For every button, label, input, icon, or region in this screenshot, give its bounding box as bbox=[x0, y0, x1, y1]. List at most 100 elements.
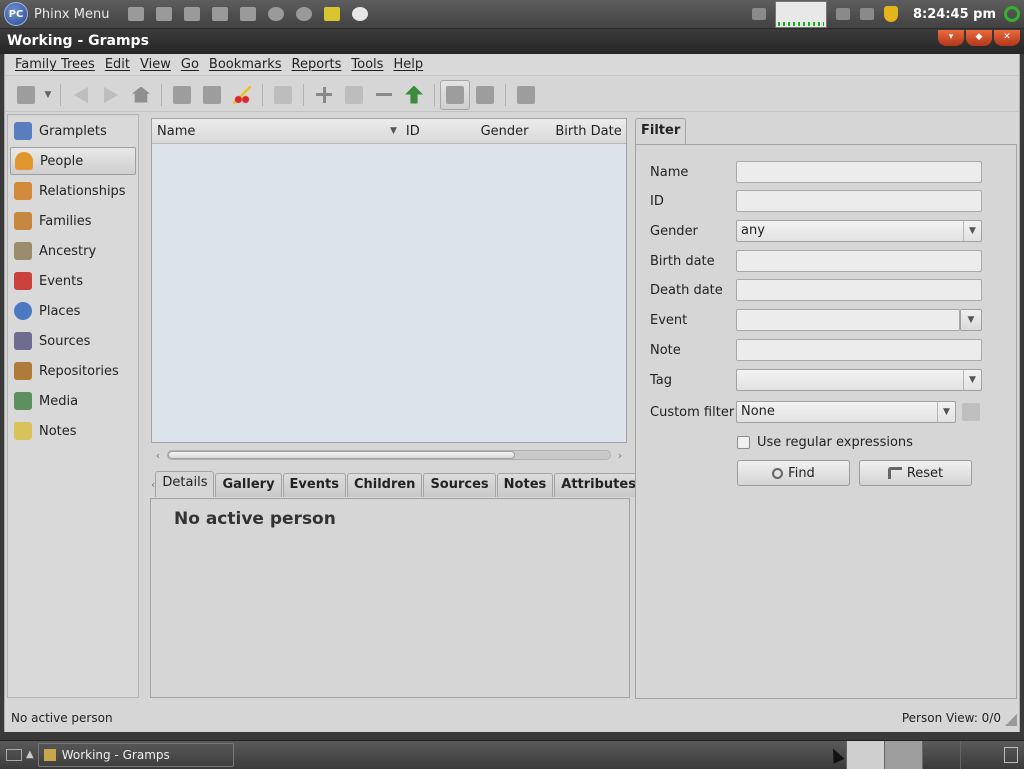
close-button[interactable]: ✕ bbox=[994, 30, 1020, 46]
package-launcher-icon[interactable] bbox=[209, 3, 231, 25]
menu-family-trees[interactable]: Family Trees bbox=[10, 57, 100, 72]
tag-select[interactable]: ▼ bbox=[736, 369, 982, 391]
clock[interactable]: 8:24:45 pm bbox=[913, 7, 996, 22]
remove-button[interactable] bbox=[369, 80, 399, 110]
scissors-icon[interactable] bbox=[227, 80, 257, 110]
family-trees-button[interactable] bbox=[11, 80, 41, 110]
flat-view-button[interactable] bbox=[470, 80, 500, 110]
workspace-2[interactable] bbox=[884, 740, 922, 769]
tab-details[interactable]: Details bbox=[155, 471, 215, 497]
find-button[interactable]: Find bbox=[737, 460, 850, 486]
back-button[interactable] bbox=[66, 80, 96, 110]
sidebar-item-sources[interactable]: Sources bbox=[10, 327, 136, 355]
tab-gallery[interactable]: Gallery bbox=[215, 473, 282, 497]
clipboard-button[interactable] bbox=[268, 80, 298, 110]
menu-reports[interactable]: Reports bbox=[287, 57, 347, 72]
configure-view-button[interactable] bbox=[511, 80, 541, 110]
power-icon[interactable] bbox=[1004, 6, 1020, 22]
phinx-menu-label[interactable]: Phinx Menu bbox=[34, 7, 109, 22]
workspace-4[interactable] bbox=[960, 740, 998, 769]
steam-launcher-icon[interactable] bbox=[349, 3, 371, 25]
reset-button[interactable]: Reset bbox=[859, 460, 972, 486]
sidebar-item-notes[interactable]: Notes bbox=[10, 417, 136, 445]
people-list[interactable]: Name ▼ ID Gender Birth Date bbox=[151, 118, 627, 443]
sidebar-item-relationships[interactable]: Relationships bbox=[10, 177, 136, 205]
column-header-name[interactable]: Name ▼ bbox=[152, 119, 401, 143]
sidebar-item-media[interactable]: Media bbox=[10, 387, 136, 415]
column-header-id[interactable]: ID bbox=[401, 119, 476, 143]
settings-launcher-icon[interactable] bbox=[237, 3, 259, 25]
column-header-gender[interactable]: Gender bbox=[476, 119, 551, 143]
gender-select[interactable]: any ▼ bbox=[736, 220, 982, 242]
window-titlebar[interactable]: Working - Gramps ▾ ◆ ✕ bbox=[0, 30, 1024, 54]
users-tray-icon[interactable] bbox=[747, 0, 771, 29]
add-button[interactable] bbox=[309, 80, 339, 110]
taskbar-window-gramps[interactable]: Working - Gramps bbox=[37, 742, 234, 767]
menu-bookmarks[interactable]: Bookmarks bbox=[204, 57, 287, 72]
terminal-launcher-icon[interactable] bbox=[125, 3, 147, 25]
tab-sources[interactable]: Sources bbox=[423, 473, 496, 497]
menu-help[interactable]: Help bbox=[388, 57, 428, 72]
resize-grip-icon[interactable] bbox=[1005, 714, 1017, 726]
trash-icon[interactable] bbox=[1004, 746, 1018, 763]
menu-edit[interactable]: Edit bbox=[100, 57, 135, 72]
custom-filter-select[interactable]: None ▼ bbox=[736, 401, 956, 423]
family-trees-dropdown-icon[interactable]: ▼ bbox=[41, 90, 55, 100]
tab-notes[interactable]: Notes bbox=[496, 473, 554, 497]
tree-view-button[interactable] bbox=[440, 79, 470, 110]
show-desktop-icon[interactable] bbox=[6, 748, 22, 761]
name-filter-input[interactable] bbox=[736, 161, 982, 183]
death-date-input[interactable] bbox=[736, 279, 982, 301]
sidebar-item-gramplets[interactable]: Gramplets bbox=[10, 117, 136, 145]
media-manager-button[interactable] bbox=[197, 80, 227, 110]
tab-children[interactable]: Children bbox=[346, 473, 423, 497]
home-button[interactable] bbox=[126, 80, 156, 110]
sidebar-item-repositories[interactable]: Repositories bbox=[10, 357, 136, 385]
menu-view[interactable]: View bbox=[135, 57, 176, 72]
scrollbar-thumb[interactable] bbox=[168, 451, 515, 459]
scroll-right-icon[interactable]: › bbox=[613, 449, 627, 462]
scrollbar-track[interactable] bbox=[167, 450, 611, 460]
minimize-button[interactable]: ▾ bbox=[938, 30, 964, 46]
browser-launcher-icon[interactable] bbox=[265, 3, 287, 25]
sidebar-item-families[interactable]: Families bbox=[10, 207, 136, 235]
set-home-person-button[interactable] bbox=[399, 80, 429, 110]
edit-button[interactable] bbox=[339, 80, 369, 110]
phinx-logo-icon[interactable]: PC bbox=[4, 2, 28, 26]
event-dropdown-icon[interactable]: ▼ bbox=[960, 309, 982, 331]
workspace-1[interactable] bbox=[846, 740, 884, 769]
sidebar-item-places[interactable]: Places bbox=[10, 297, 136, 325]
forward-button[interactable] bbox=[96, 80, 126, 110]
note-filter-input[interactable] bbox=[736, 339, 982, 361]
id-filter-input[interactable] bbox=[736, 190, 982, 212]
column-header-birth-date[interactable]: Birth Date bbox=[550, 119, 626, 143]
editor-launcher-icon[interactable] bbox=[153, 3, 175, 25]
sidebar-item-people[interactable]: People bbox=[10, 147, 136, 175]
menu-go[interactable]: Go bbox=[176, 57, 204, 72]
event-input[interactable] bbox=[736, 309, 960, 331]
scroll-left-icon[interactable]: ‹ bbox=[151, 449, 165, 462]
tab-attributes[interactable]: Attributes bbox=[554, 473, 643, 497]
menu-tools[interactable]: Tools bbox=[346, 57, 388, 72]
network-launcher-icon[interactable] bbox=[181, 3, 203, 25]
gramps-launcher-icon[interactable] bbox=[321, 3, 343, 25]
edit-filter-icon[interactable] bbox=[962, 403, 980, 421]
sidebar-item-events[interactable]: Events bbox=[10, 267, 136, 295]
regex-checkbox[interactable] bbox=[737, 436, 750, 449]
gender-label: Gender bbox=[650, 223, 698, 239]
horizontal-scrollbar[interactable]: ‹ › bbox=[151, 446, 627, 464]
tab-filter[interactable]: Filter bbox=[635, 118, 686, 144]
clipboard-tray-icon[interactable] bbox=[831, 0, 855, 29]
regex-checkbox-row[interactable]: Use regular expressions bbox=[737, 435, 913, 450]
maximize-button[interactable]: ◆ bbox=[966, 30, 992, 46]
sidebar-item-ancestry[interactable]: Ancestry bbox=[10, 237, 136, 265]
add-bookmark-button[interactable] bbox=[167, 80, 197, 110]
chevron-up-icon[interactable]: ▲ bbox=[26, 749, 34, 760]
workspace-3[interactable] bbox=[922, 740, 960, 769]
birth-date-input[interactable] bbox=[736, 250, 982, 272]
media-launcher-icon[interactable] bbox=[293, 3, 315, 25]
shield-tray-icon[interactable] bbox=[879, 0, 903, 29]
network-graph[interactable] bbox=[774, 0, 827, 28]
tab-events[interactable]: Events bbox=[282, 473, 346, 497]
volume-tray-icon[interactable] bbox=[855, 0, 879, 29]
